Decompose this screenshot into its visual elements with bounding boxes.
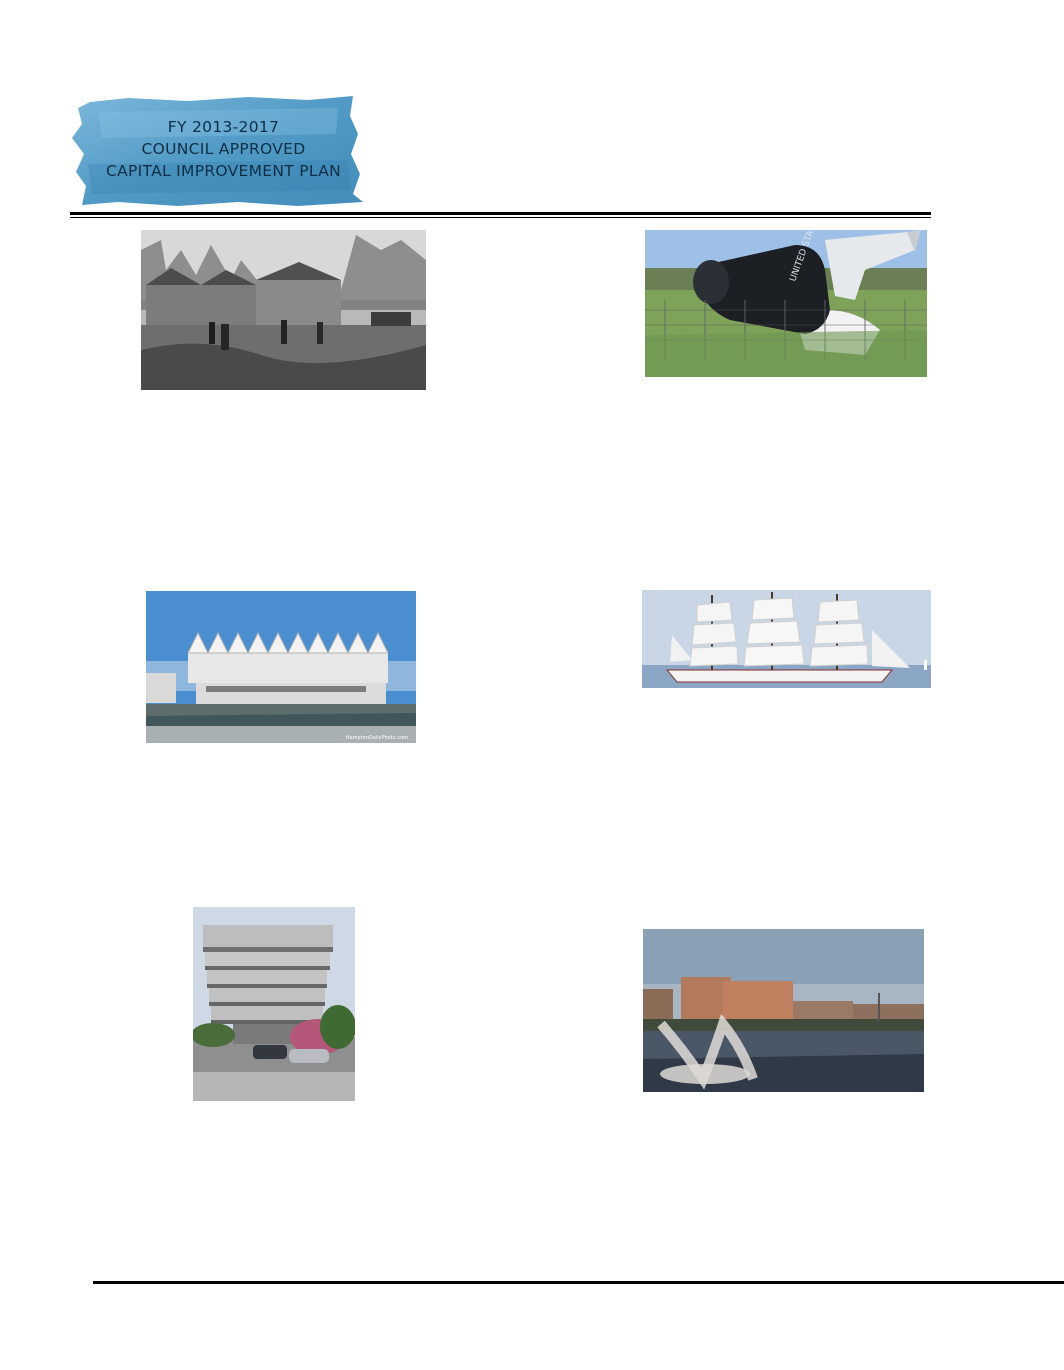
banner-line-3: CAPITAL IMPROVEMENT PLAN	[105, 162, 342, 180]
coliseum-photo: HamptonDailyPhoto.com	[146, 591, 416, 743]
banner-line-2: COUNCIL APPROVED	[141, 140, 306, 158]
photo-watermark: HamptonDailyPhoto.com	[346, 735, 408, 741]
historic-construction-photo	[141, 230, 426, 390]
plan-title-banner: FY 2013-2017 COUNCIL APPROVED CAPITAL IM…	[68, 94, 368, 208]
bottle-monument-photo: UNITED STATES	[645, 230, 927, 377]
header-divider	[70, 212, 931, 215]
banner-line-1: FY 2013-2017	[167, 118, 280, 136]
footer-divider	[93, 1281, 1064, 1284]
header-divider-thin	[70, 217, 931, 218]
office-tower-photo	[193, 907, 355, 1101]
banner-text: FY 2013-2017 COUNCIL APPROVED CAPITAL IM…	[96, 116, 351, 182]
tall-ship-photo	[642, 590, 931, 688]
hospital-fountain-photo	[643, 929, 924, 1092]
